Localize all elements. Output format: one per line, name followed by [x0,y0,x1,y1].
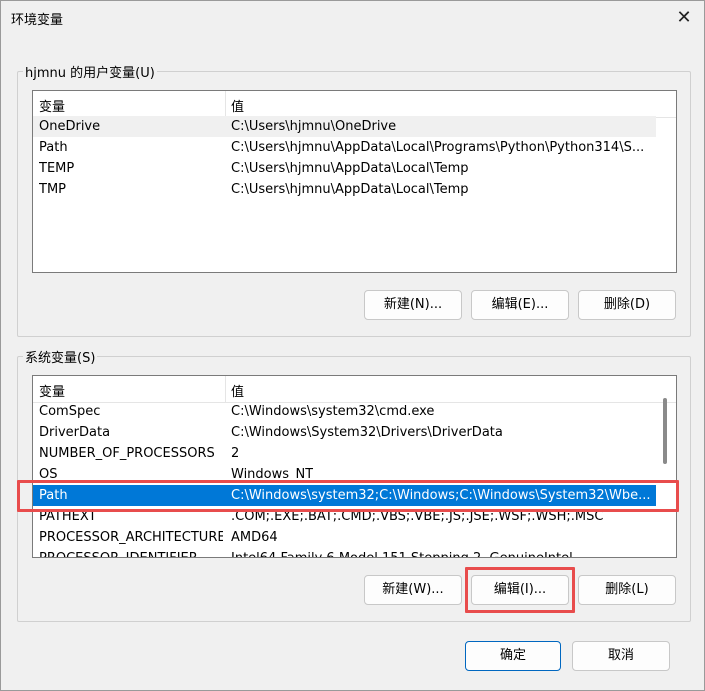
user-var-row-onedrive[interactable]: OneDrive C:\Users\hjmnu\OneDrive [33,116,656,137]
system-var-row-processor-identifier[interactable]: PROCESSOR_IDENTIFIER Intel64 Family 6 Mo… [33,548,656,557]
var-value: C:\Windows\system32\cmd.exe [231,404,435,419]
column-header-variable[interactable]: 变量 [39,96,65,115]
system-variables-list[interactable]: 变量 值 ComSpec C:\Windows\system32\cmd.exe… [32,375,677,558]
system-var-row-driverdata[interactable]: DriverData C:\Windows\System32\Drivers\D… [33,422,656,443]
system-new-button[interactable]: 新建(W)... [364,575,462,605]
list-header: 变量 值 [33,91,676,118]
var-value: AMD64 [231,530,278,545]
system-var-row-comspec[interactable]: ComSpec C:\Windows\system32\cmd.exe [33,401,656,422]
var-name: TEMP [39,161,75,176]
user-delete-button[interactable]: 删除(D) [578,290,676,320]
system-delete-button[interactable]: 删除(L) [578,575,676,605]
var-value: 2 [231,446,240,461]
ok-button[interactable]: 确定 [465,641,561,671]
var-name: NUMBER_OF_PROCESSORS [39,446,215,461]
user-variables-list[interactable]: 变量 值 OneDrive C:\Users\hjmnu\OneDrive Pa… [32,90,677,273]
system-variables-label: 系统变量(S) [23,347,98,366]
var-name: PROCESSOR_IDENTIFIER [39,548,223,557]
system-var-row-number-of-processors[interactable]: NUMBER_OF_PROCESSORS 2 [33,443,656,464]
user-variables-label: hjmnu 的用户变量(U) [23,62,157,81]
var-value: .COM;.EXE;.BAT;.CMD;.VBS;.VBE;.JS;.JSE;.… [231,509,604,524]
var-name: TMP [39,182,66,197]
system-var-row-pathext[interactable]: PATHEXT .COM;.EXE;.BAT;.CMD;.VBS;.VBE;.J… [33,506,656,527]
column-separator[interactable] [225,376,226,402]
column-separator[interactable] [225,91,226,117]
title-bar: 环境变量 ✕ [1,1,704,35]
column-header-variable[interactable]: 变量 [39,381,65,400]
close-icon[interactable]: ✕ [670,5,698,31]
var-value: C:\Users\hjmnu\AppData\Local\Programs\Py… [231,140,645,155]
var-name: Path [39,488,68,503]
system-edit-button[interactable]: 编辑(I)... [471,575,569,605]
user-var-row-tmp[interactable]: TMP C:\Users\hjmnu\AppData\Local\Temp [33,179,656,200]
system-var-row-os[interactable]: OS Windows_NT [33,464,656,485]
list-header: 变量 值 [33,376,676,403]
user-edit-button[interactable]: 编辑(E)... [471,290,569,320]
var-name: OS [39,467,58,482]
var-name: Path [39,140,68,155]
var-value: Windows_NT [231,467,314,482]
system-var-row-path[interactable]: Path C:\Windows\system32;C:\Windows;C:\W… [33,485,656,506]
environment-variables-dialog: 环境变量 ✕ hjmnu 的用户变量(U) 变量 值 OneDrive C:\U… [0,0,705,691]
cancel-button[interactable]: 取消 [572,641,670,671]
user-var-row-path[interactable]: Path C:\Users\hjmnu\AppData\Local\Progra… [33,137,656,158]
var-value: C:\Users\hjmnu\AppData\Local\Temp [231,182,469,197]
system-var-row-processor-architecture[interactable]: PROCESSOR_ARCHITECTURE AMD64 [33,527,656,548]
var-name: PATHEXT [39,509,97,524]
user-var-row-temp[interactable]: TEMP C:\Users\hjmnu\AppData\Local\Temp [33,158,656,179]
var-value: C:\Windows\System32\Drivers\DriverData [231,425,503,440]
window-title: 环境变量 [11,13,64,28]
var-name: OneDrive [39,119,101,134]
var-value: C:\Users\hjmnu\OneDrive [231,119,397,134]
column-header-value[interactable]: 值 [231,96,244,115]
vertical-scrollbar[interactable] [663,398,667,464]
var-name: ComSpec [39,404,101,419]
var-name: PROCESSOR_ARCHITECTURE [39,530,223,545]
column-header-value[interactable]: 值 [231,381,244,400]
user-new-button[interactable]: 新建(N)... [364,290,462,320]
var-value: C:\Users\hjmnu\AppData\Local\Temp [231,161,469,176]
var-name: DriverData [39,425,111,440]
var-value: C:\Windows\system32;C:\Windows;C:\Window… [231,488,651,503]
var-value: Intel64 Family 6 Model 151 Stepping 2, G… [231,548,573,557]
